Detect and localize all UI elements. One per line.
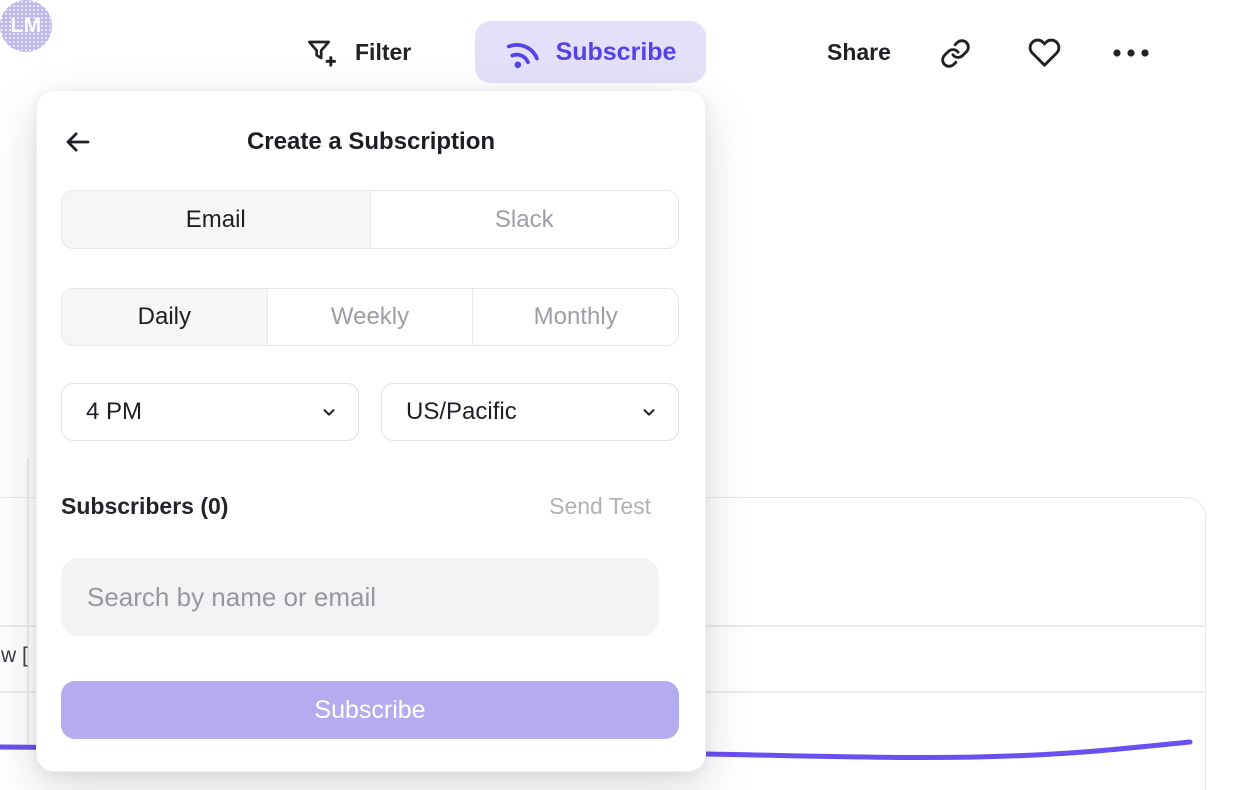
subscribe-nav-button[interactable]: Subscribe [475, 21, 706, 83]
chevron-down-icon [320, 403, 338, 421]
favorite-button[interactable] [1025, 35, 1063, 69]
share-button[interactable]: Share [827, 22, 891, 82]
tab-slack[interactable]: Slack [370, 191, 679, 248]
copy-link-button[interactable] [938, 37, 972, 69]
filter-plus-icon [306, 36, 338, 68]
timezone-select[interactable]: US/Pacific [381, 383, 679, 441]
channel-tabs: Email Slack [61, 190, 679, 249]
rss-icon [505, 34, 541, 70]
subscribe-nav-label: Subscribe [556, 38, 677, 67]
filter-label: Filter [355, 39, 411, 66]
partial-row-text: w [ [1, 644, 28, 668]
subscribers-label: Subscribers (0) [61, 493, 228, 519]
page: w [ Filter Subscribe LM Shar [0, 0, 1234, 790]
filter-button[interactable]: Filter [306, 22, 411, 82]
subscribe-submit-button[interactable]: Subscribe [61, 681, 679, 739]
search-input[interactable] [61, 558, 659, 636]
share-label: Share [827, 39, 891, 66]
tab-email[interactable]: Email [62, 191, 370, 248]
timezone-select-value: US/Pacific [406, 398, 517, 426]
time-select[interactable]: 4 PM [61, 383, 359, 441]
tab-weekly[interactable]: Weekly [267, 289, 473, 345]
subscribers-row: Subscribers (0) Send Test [61, 493, 679, 523]
create-subscription-dialog: Create a Subscription Email Slack Daily … [36, 90, 706, 772]
chevron-down-icon [640, 403, 658, 421]
heart-icon [1027, 36, 1062, 69]
ellipsis-icon [1110, 46, 1152, 60]
tab-daily[interactable]: Daily [62, 289, 267, 345]
subscriber-search [61, 558, 659, 636]
tab-monthly[interactable]: Monthly [472, 289, 678, 345]
more-options-button[interactable] [1110, 46, 1152, 60]
send-test-button[interactable]: Send Test [549, 493, 651, 520]
time-select-value: 4 PM [86, 398, 142, 426]
dialog-title: Create a Subscription [37, 128, 705, 156]
frequency-tabs: Daily Weekly Monthly [61, 288, 679, 346]
avatar[interactable]: LM [0, 0, 52, 52]
table-column-divider [27, 458, 29, 748]
avatar-initials: LM [10, 14, 41, 38]
link-icon [940, 38, 971, 69]
